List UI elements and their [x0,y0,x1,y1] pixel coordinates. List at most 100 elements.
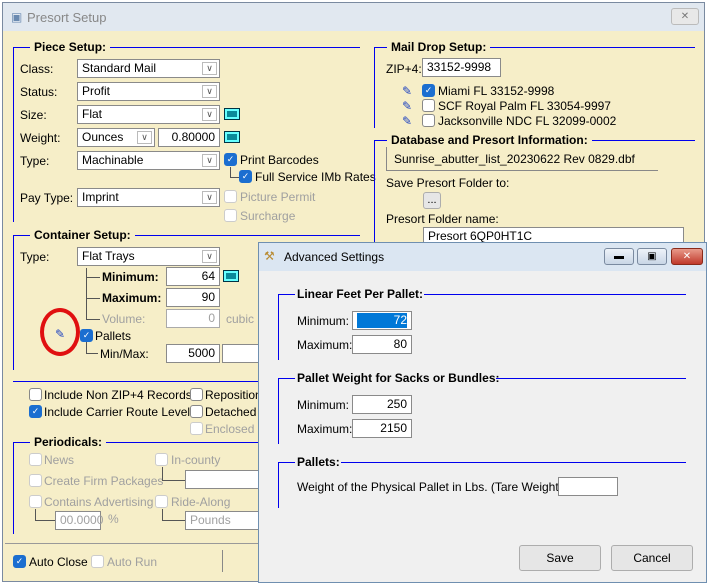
ride-along-label: Ride-Along [171,495,231,509]
print-barcodes-checkbox[interactable]: ✓ [224,153,237,166]
pay-type-select[interactable]: Imprint ∨ [77,188,220,207]
in-county-checkbox[interactable] [155,453,168,466]
calculator-icon[interactable] [224,131,240,143]
group-line [374,47,375,128]
title-bar: ▣ Presort Setup ✕ [3,3,704,31]
pallets-checkbox[interactable]: ✓ [80,329,93,342]
class-value: Standard Mail [82,61,157,75]
mail-drop-label: Miami FL 33152-9998 [438,84,555,98]
size-value: Flat [82,107,103,121]
status-value: Profit [82,84,111,98]
detached-checkbox[interactable] [190,405,203,418]
auto-run-checkbox[interactable] [91,555,104,568]
calculator-icon[interactable] [224,108,240,120]
create-firm-packages-label: Create Firm Packages [44,474,164,488]
weight-unit-select[interactable]: Ounces ∨ [77,128,155,147]
volume-label: Volume: [102,312,146,326]
zip4-input[interactable]: 33152-9998 [422,58,501,77]
periodicals-header: Periodicals: [30,435,107,449]
mail-drop-checkbox[interactable] [422,99,435,112]
mail-drop-checkbox[interactable]: ✓ [422,84,435,97]
type-label: Type: [20,154,50,168]
container-maximum-input[interactable]: 90 [166,288,220,307]
group-line [13,47,14,222]
pallet-weight-header: Pallet Weight for Sacks or Bundles: [297,371,500,385]
app-icon: ▣ [11,10,23,24]
chevron-down-icon: ∨ [202,108,217,121]
include-non-zip4-label: Include Non ZIP+4 Records [44,388,192,402]
tare-weight-input[interactable] [558,477,618,496]
container-type-label: Type: [20,250,50,264]
save-folder-label: Save Presort Folder to: [386,176,510,190]
auto-close-label: Auto Close [29,555,88,569]
print-barcodes-label: Print Barcodes [240,153,319,167]
reposition-label: Reposition [205,388,262,402]
in-county-label: In-county [171,453,221,467]
close-button[interactable]: ✕ [671,8,699,25]
weight-max-input[interactable]: 2150 [352,419,412,438]
news-checkbox[interactable] [29,453,42,466]
enclosed-checkbox[interactable] [190,422,203,435]
enclosed-label: Enclosed E [205,422,266,436]
ride-along-checkbox[interactable] [155,495,168,508]
maximize-button[interactable]: ▣ [637,248,667,265]
mail-drop-checkbox[interactable] [422,114,435,127]
weight-min-input[interactable]: 250 [352,395,412,414]
detached-label: Detached [205,405,257,419]
edit-list-icon[interactable]: ✎ [402,99,418,113]
linear-max-label: Maximum: [297,338,353,352]
status-select[interactable]: Profit ∨ [77,82,220,101]
include-carrier-route-checkbox[interactable]: ✓ [29,405,42,418]
contains-advertising-label: Contains Advertising [44,495,154,509]
create-firm-packages-checkbox[interactable] [29,474,42,487]
container-type-select[interactable]: Flat Trays ∨ [77,247,220,266]
volume-input[interactable]: 0 [166,309,220,328]
percent-symbol: % [108,512,119,526]
pallets-label: Pallets [95,329,132,343]
linear-max-input[interactable]: 80 [352,335,412,354]
pallet-min-input[interactable]: 5000 [166,344,220,363]
edit-list-icon[interactable]: ✎ [402,114,418,128]
auto-close-checkbox[interactable]: ✓ [13,555,26,568]
maximum-label: Maximum: [102,291,162,305]
chevron-down-icon: ∨ [202,154,217,167]
save-button[interactable]: Save [519,545,601,571]
weight-unit-value: Ounces [82,130,124,144]
weight-label: Weight: [20,131,61,145]
ride-along-unit-input[interactable]: Pounds [185,511,265,530]
cancel-button[interactable]: Cancel [611,545,693,571]
include-non-zip4-checkbox[interactable] [29,388,42,401]
linear-feet-header: Linear Feet Per Pallet: [297,287,424,301]
class-select[interactable]: Standard Mail ∨ [77,59,220,78]
linear-min-input[interactable]: 72 [352,311,412,330]
calculator-icon[interactable] [223,270,239,282]
reposition-checkbox[interactable] [190,388,203,401]
chevron-down-icon: ∨ [202,250,217,263]
mail-drop-label: SCF Royal Palm FL 33054-9997 [438,99,611,113]
type-select[interactable]: Machinable ∨ [77,151,220,170]
minimize-button[interactable]: ▬ [604,248,634,265]
group-line [13,235,14,370]
pay-type-value: Imprint [82,190,119,204]
include-carrier-route-label: Include Carrier Route Level [44,405,191,419]
edit-list-icon[interactable]: ✎ [402,84,418,98]
surcharge-checkbox[interactable] [224,209,237,222]
edit-list-icon[interactable]: ✎ [55,327,71,341]
picture-permit-checkbox[interactable] [224,190,237,203]
piece-setup-header: Piece Setup: [30,40,111,54]
mail-drop-label: Jacksonville NDC FL 32099-0002 [438,114,617,128]
close-icon: ✕ [682,251,692,262]
size-select[interactable]: Flat ∨ [77,105,220,124]
in-county-input[interactable] [185,470,265,489]
full-service-imb-checkbox[interactable]: ✓ [239,170,252,183]
weight-input[interactable]: 0.80000 [158,128,220,147]
browse-button[interactable]: ... [423,192,441,209]
footer-separator [5,543,260,544]
dialog-close-button[interactable]: ✕ [671,248,703,265]
advertising-percent-input[interactable]: 00.0000 [55,511,103,530]
advanced-settings-dialog: ⚒ Advanced Settings ▬ ▣ ✕ Linear Feet Pe… [258,242,707,583]
news-label: News [44,453,75,467]
zip4-label: ZIP+4: [386,62,422,76]
contains-advertising-checkbox[interactable] [29,495,42,508]
container-minimum-input[interactable]: 64 [166,267,220,286]
